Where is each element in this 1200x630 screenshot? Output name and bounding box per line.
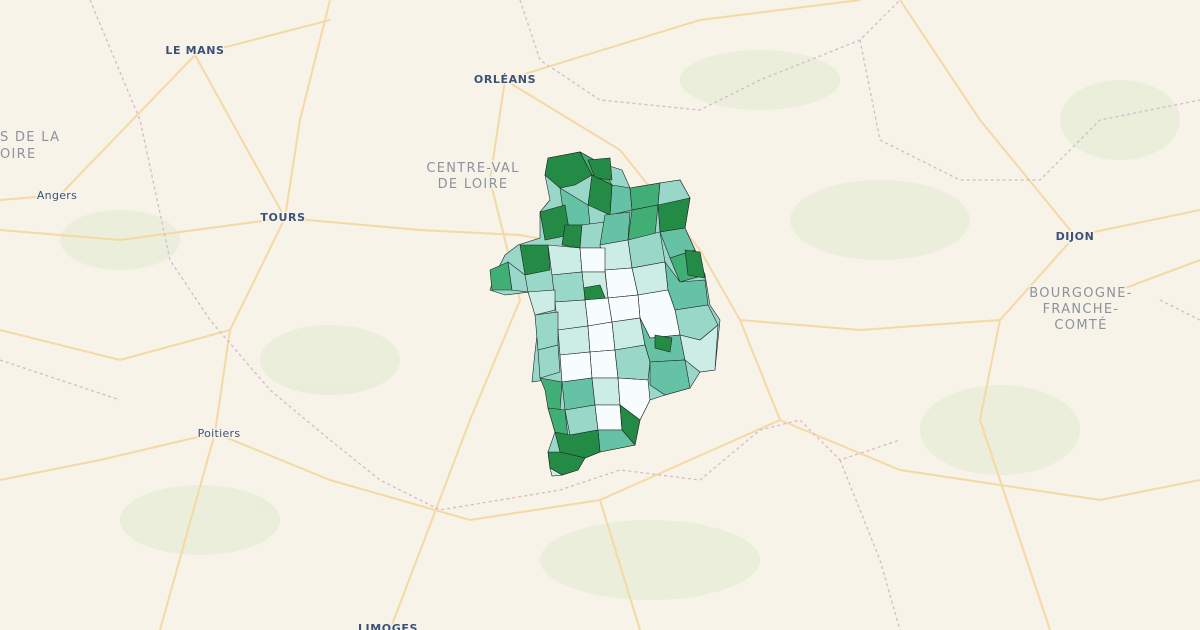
commune-shape (534, 311, 559, 351)
commune-shape (559, 351, 593, 383)
commune-shape (561, 224, 583, 249)
city-label-poitiers: Poitiers (198, 427, 241, 440)
commune-shape (604, 267, 639, 299)
commune-shape (607, 294, 641, 323)
commune-shape (587, 321, 616, 353)
base-map: S DE LA OIRE CENTRE-VAL DE LOIRE BOURGOG… (0, 0, 1200, 630)
commune-shape (537, 344, 561, 379)
commune-shape (557, 325, 591, 356)
commune-shape (554, 299, 589, 331)
region-label-pays-de-la-loire-1: S DE LA (0, 130, 60, 145)
city-label-tours: TOURS (260, 211, 305, 224)
commune-shape (579, 247, 606, 273)
commune-shape (599, 211, 631, 246)
commune-shape (594, 404, 623, 431)
city-label-dijon: DIJON (1056, 230, 1095, 243)
commune-shape (589, 349, 619, 379)
commune-shape (614, 344, 651, 381)
commune-shape (519, 244, 551, 276)
commune-shape (631, 261, 669, 296)
region-label-centre-1: CENTRE-VAL (426, 161, 519, 176)
commune-shape (547, 244, 583, 276)
commune-shape (591, 377, 621, 406)
commune-shape (584, 297, 613, 327)
city-label-orleans: ORLÉANS (474, 73, 536, 86)
region-label-bourgogne-2: FRANCHE- (1043, 302, 1120, 317)
commune-shape (564, 404, 599, 436)
commune-shape (611, 317, 646, 351)
commune-shape (561, 377, 596, 411)
region-label-bourgogne-1: BOURGOGNE- (1029, 286, 1132, 301)
region-label-pays-de-la-loire-2: OIRE (0, 147, 37, 162)
commune-shape (551, 271, 586, 303)
city-label-le-mans: LE MANS (165, 44, 224, 57)
city-label-limoges: LIMOGES (358, 622, 418, 630)
region-label-bourgogne-3: COMTÉ (1054, 317, 1107, 333)
map-view[interactable]: S DE LA OIRE CENTRE-VAL DE LOIRE BOURGOG… (0, 0, 1200, 630)
commune-shape (609, 184, 633, 216)
city-label-angers: Angers (37, 189, 77, 202)
region-label-centre-2: DE LOIRE (438, 177, 509, 192)
